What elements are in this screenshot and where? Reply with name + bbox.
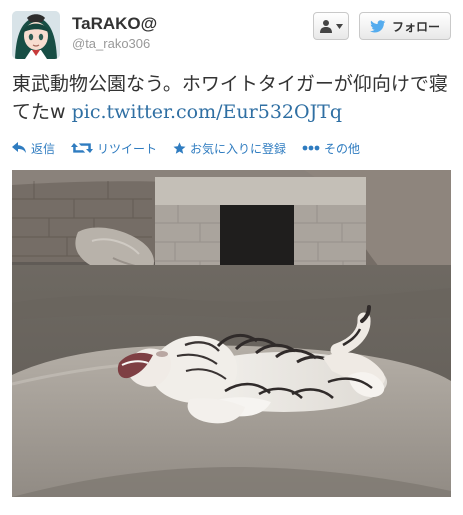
screen-name[interactable]: @ta_rako306	[72, 35, 157, 53]
tweet-card: TaRAKO@ @ta_rako306 フォロー 東武動物公園なう。ホワイトタイ…	[0, 0, 463, 515]
tweet-text: 東武動物公園なう。ホワイトタイガーが仰向けで寝てたw pic.twitter.c…	[12, 70, 452, 126]
avatar-image	[12, 11, 60, 59]
avatar[interactable]	[12, 11, 60, 59]
tweet-actions: 返信 リツイート お気に入りに登録 その他	[12, 138, 360, 158]
tweet-header: TaRAKO@ @ta_rako306 フォロー	[12, 11, 451, 59]
user-names: TaRAKO@ @ta_rako306	[72, 13, 157, 53]
user-icon	[320, 20, 332, 33]
more-action[interactable]: その他	[302, 140, 360, 157]
retweet-label: リツイート	[97, 141, 158, 156]
favorite-action[interactable]: お気に入りに登録	[173, 140, 286, 157]
more-label: その他	[324, 141, 361, 156]
favorite-label: お気に入りに登録	[190, 141, 287, 156]
retweet-action[interactable]: リツイート	[71, 140, 157, 157]
reply-label: 返信	[31, 141, 56, 156]
tweet-link[interactable]: pic.twitter.com/Eur532OJTq	[72, 101, 342, 123]
retweet-icon	[71, 143, 94, 153]
display-name[interactable]: TaRAKO@	[72, 13, 157, 35]
user-actions-button[interactable]	[313, 12, 349, 40]
follow-button-label: フォロー	[391, 19, 440, 34]
reply-arrow-icon	[12, 142, 26, 153]
follow-button[interactable]: フォロー	[359, 12, 451, 40]
star-icon	[173, 141, 186, 154]
caret-down-icon	[336, 23, 343, 29]
tweet-photo[interactable]	[12, 170, 451, 497]
twitter-bird-icon	[370, 19, 386, 32]
reply-action[interactable]: 返信	[12, 140, 55, 157]
white-tiger-photo	[12, 170, 451, 497]
ellipsis-icon	[302, 145, 320, 151]
